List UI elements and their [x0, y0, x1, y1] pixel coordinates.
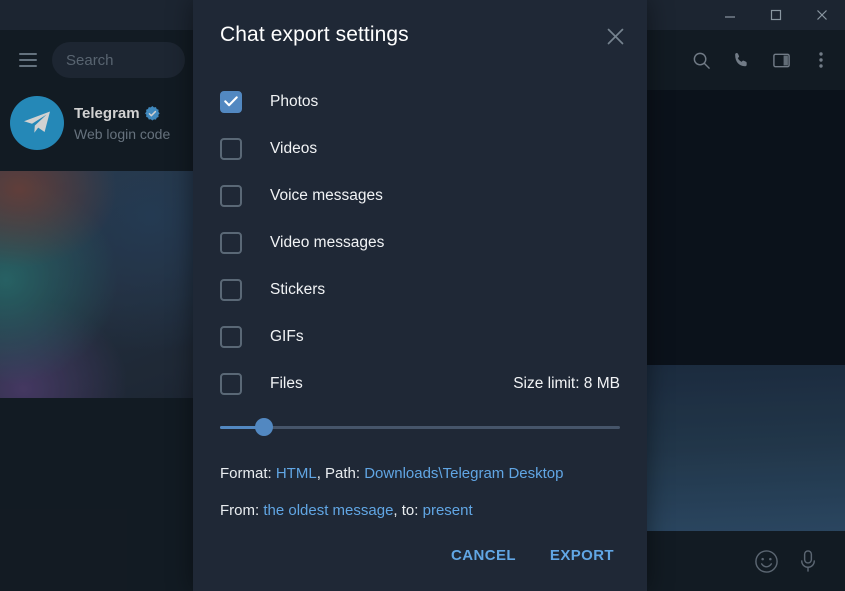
path-prefix: , Path: [316, 465, 365, 482]
option-stickers[interactable]: Stickers [220, 266, 620, 313]
option-video-messages[interactable]: Video messages [220, 219, 620, 266]
option-label: Photos [270, 92, 319, 110]
from-value-link[interactable]: the oldest message [263, 502, 393, 519]
size-limit-label: Size limit: 8 MB [513, 374, 620, 392]
to-value-link[interactable]: present [423, 502, 473, 519]
format-value-link[interactable]: HTML [276, 465, 317, 482]
from-prefix: From: [220, 502, 264, 519]
checkbox-icon[interactable] [220, 184, 242, 207]
option-label: Voice messages [270, 186, 383, 204]
slider-thumb[interactable] [255, 418, 273, 436]
checkbox-icon[interactable] [220, 372, 242, 395]
checkbox-icon[interactable] [220, 325, 242, 348]
dialog-body: Photos Videos Voice messages Video messa… [193, 70, 647, 519]
option-label: Video messages [270, 233, 385, 251]
option-voice-messages[interactable]: Voice messages [220, 172, 620, 219]
close-icon[interactable] [597, 18, 633, 54]
option-label: GIFs [270, 327, 304, 345]
checkbox-icon[interactable] [220, 231, 242, 254]
option-photos[interactable]: Photos [220, 78, 620, 125]
telegram-desktop-window: Search Telegram Web login code Chat expo… [0, 0, 845, 591]
format-prefix: Format: [220, 465, 276, 482]
option-videos[interactable]: Videos [220, 125, 620, 172]
slider-track[interactable] [220, 418, 620, 436]
checkbox-checked-icon[interactable] [220, 90, 242, 113]
export-button[interactable]: EXPORT [544, 539, 620, 572]
checkbox-icon[interactable] [220, 137, 242, 160]
option-label: Videos [270, 139, 318, 157]
option-label: Stickers [270, 280, 326, 298]
date-range-line: From: the oldest message, to: present [220, 502, 620, 519]
dialog-header: Chat export settings [193, 0, 647, 70]
cancel-button[interactable]: CANCEL [445, 539, 522, 572]
chat-export-settings-dialog: Chat export settings Photos Videos Voice… [193, 0, 647, 591]
to-prefix: , to: [393, 502, 423, 519]
format-path-line: Format: HTML, Path: Downloads\Telegram D… [220, 465, 620, 482]
option-label: Files [270, 374, 303, 392]
option-gifs[interactable]: GIFs [220, 313, 620, 360]
checkbox-icon[interactable] [220, 278, 242, 301]
size-limit-slider[interactable] [220, 409, 620, 445]
option-files[interactable]: Files Size limit: 8 MB [220, 360, 620, 407]
path-value-link[interactable]: Downloads\Telegram Desktop [364, 465, 563, 482]
page-title: Chat export settings [220, 23, 409, 46]
dialog-footer: CANCEL EXPORT [193, 519, 647, 591]
